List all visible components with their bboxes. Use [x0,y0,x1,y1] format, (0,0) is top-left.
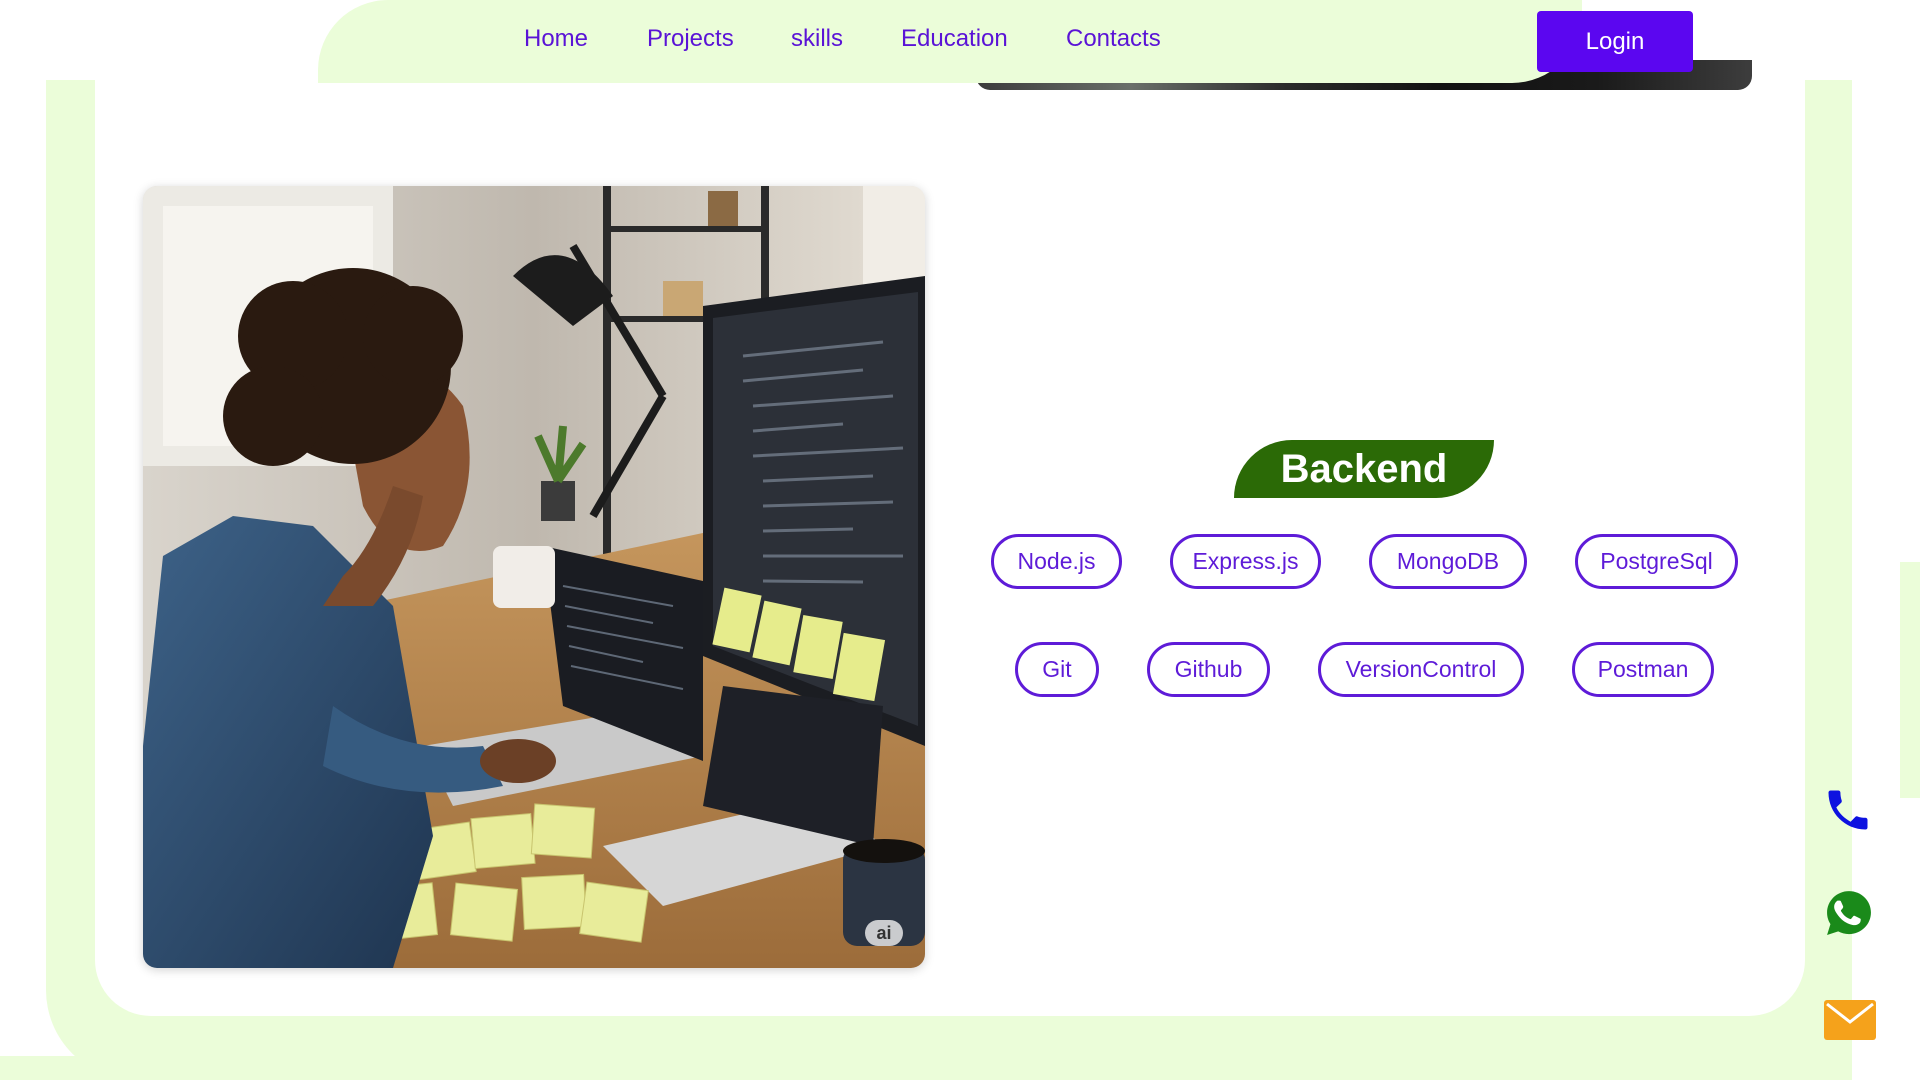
navbar: Home Projects skills Education Contacts … [318,0,1693,83]
skill-chip-mongodb[interactable]: MongoDB [1369,534,1527,589]
backend-illustration-image: ai [143,186,925,968]
skill-chip-expressjs[interactable]: Express.js [1170,534,1321,589]
login-button[interactable]: Login [1537,11,1693,72]
nav-link-projects[interactable]: Projects [647,25,734,53]
email-icon[interactable] [1824,998,1876,1042]
whatsapp-icon[interactable] [1822,886,1876,940]
photo-drawing [143,186,925,968]
skill-chip-postgresql[interactable]: PostgreSql [1575,534,1738,589]
email-icon-glyph [1824,1000,1876,1040]
ai-badge: ai [865,920,903,946]
nav-link-skills[interactable]: skills [791,25,843,53]
background-strip-right [1900,562,1920,798]
whatsapp-icon-glyph [1827,891,1871,935]
phone-icon[interactable] [1822,784,1874,836]
section-title: Backend [1280,447,1448,491]
background-strip [0,1056,1828,1080]
phone-icon-glyph [1828,790,1868,830]
skill-chip-github[interactable]: Github [1147,642,1270,697]
skill-chip-postman[interactable]: Postman [1572,642,1714,697]
nav-link-contacts[interactable]: Contacts [1066,25,1161,53]
skill-chip-versioncontrol[interactable]: VersionControl [1318,642,1524,697]
skill-chip-git[interactable]: Git [1015,642,1099,697]
nav-link-education[interactable]: Education [901,25,1008,53]
skill-chip-nodejs[interactable]: Node.js [991,534,1122,589]
nav-link-home[interactable]: Home [524,25,588,53]
